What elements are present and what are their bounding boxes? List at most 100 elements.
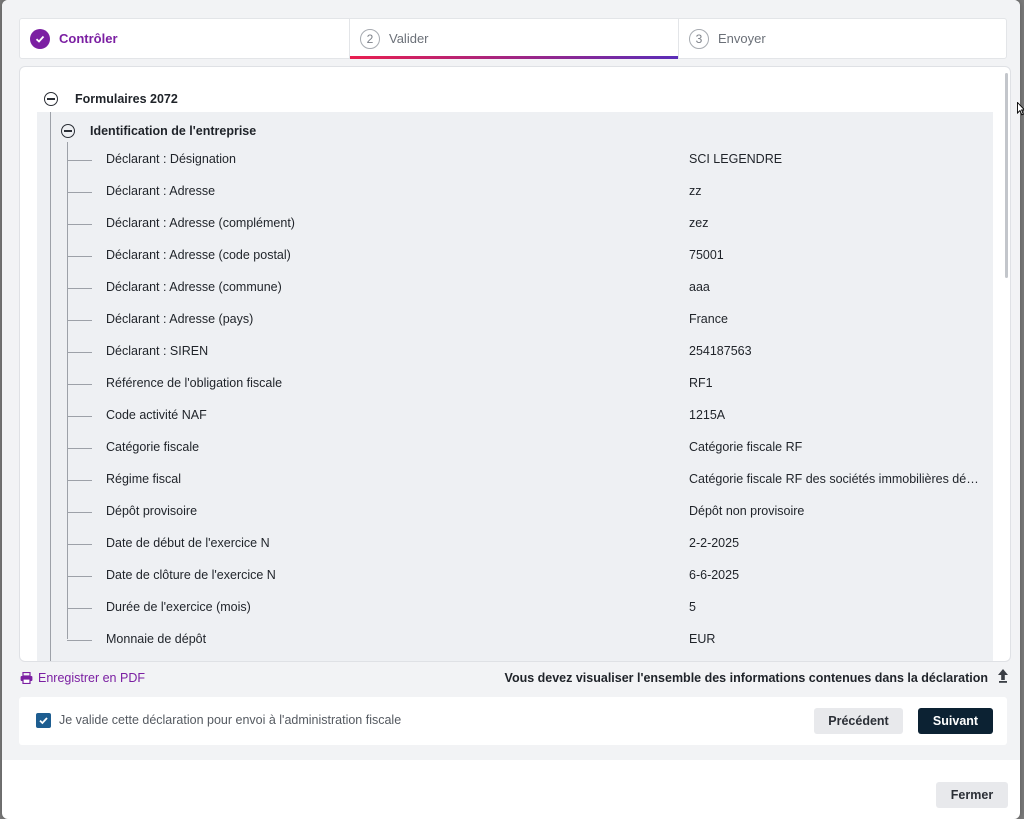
step-number: 3 xyxy=(689,28,709,49)
tree-root-label: Formulaires 2072 xyxy=(75,92,178,106)
field-row: Déclarant : Désignation SCI LEGENDRE xyxy=(37,144,993,176)
field-value: 75001 xyxy=(689,248,724,262)
tree-branch-line xyxy=(67,608,92,609)
field-rows: Déclarant : Désignation SCI LEGENDRE Décla… xyxy=(37,144,993,656)
step-number: 2 xyxy=(360,28,380,49)
declaration-panel[interactable]: Formulaires 2072 Identification de l'ent… xyxy=(19,66,1011,662)
field-row: Régime fiscal Catégorie fiscale RF des so… xyxy=(37,464,993,496)
tree-root[interactable]: Formulaires 2072 xyxy=(44,89,178,109)
collapse-icon[interactable] xyxy=(61,124,75,138)
field-row: Catégorie fiscale Catégorie fiscale RF xyxy=(37,432,993,464)
field-value: Catégorie fiscale RF des sociétés immobi… xyxy=(689,472,981,486)
field-value: 2-2-2025 xyxy=(689,536,740,550)
field-label: Déclarant : SIREN xyxy=(106,344,209,358)
field-label: Monnaie de dépôt xyxy=(106,632,207,646)
field-row: Référence de l'obligation fiscale RF1 xyxy=(37,368,993,400)
previous-button[interactable]: Précédent xyxy=(814,708,903,734)
tree-branch-line xyxy=(67,352,92,353)
check-circle-icon xyxy=(30,28,50,49)
field-row: Déclarant : Adresse zz xyxy=(37,176,993,208)
field-value: EUR xyxy=(689,632,716,646)
next-button[interactable]: Suivant xyxy=(918,708,993,734)
step-label: Envoyer xyxy=(718,31,766,46)
close-button[interactable]: Fermer xyxy=(936,782,1008,808)
validate-checkbox[interactable] xyxy=(36,713,51,728)
stepper: Contrôler 2 Valider 3 Envoyer xyxy=(19,18,1007,59)
field-value: zz xyxy=(689,184,702,198)
checkmark-icon xyxy=(39,717,48,725)
field-value: 5 xyxy=(689,600,696,614)
validation-bar: Je valide cette déclaration pour envoi à… xyxy=(19,697,1007,745)
step-label: Valider xyxy=(389,31,429,46)
tree-branch-line xyxy=(67,224,92,225)
field-label: Déclarant : Désignation xyxy=(106,152,236,166)
field-label: Dépôt provisoire xyxy=(106,504,198,518)
field-label: Déclarant : Adresse xyxy=(106,184,216,198)
printer-icon xyxy=(20,672,33,684)
field-label: Date de clôture de l'exercice N xyxy=(106,568,276,582)
field-row: Code activité NAF 1215A xyxy=(37,400,993,432)
field-value: 6-6-2025 xyxy=(689,568,740,582)
field-label: Régime fiscal xyxy=(106,472,182,486)
save-pdf-label: Enregistrer en PDF xyxy=(38,671,145,685)
tree-branch-line xyxy=(67,448,92,449)
field-value: zez xyxy=(689,216,709,230)
tree-branch-line xyxy=(67,256,92,257)
step-valider[interactable]: 2 Valider xyxy=(349,19,678,59)
step-label: Contrôler xyxy=(59,31,118,46)
field-row: Déclarant : Adresse (code postal) 75001 xyxy=(37,240,993,272)
field-label: Date de début de l'exercice N xyxy=(106,536,270,550)
field-value: aaa xyxy=(689,280,710,294)
section-header[interactable]: Identification de l'entreprise xyxy=(61,121,256,141)
tree-branch-line xyxy=(67,320,92,321)
step-envoyer[interactable]: 3 Envoyer xyxy=(678,19,1007,58)
field-row: Déclarant : Adresse (complément) zez xyxy=(37,208,993,240)
tree-branch-line xyxy=(67,416,92,417)
validate-checkbox-label[interactable]: Je valide cette déclaration pour envoi à… xyxy=(59,713,401,727)
tree-branch-line xyxy=(67,384,92,385)
field-value: 254187563 xyxy=(689,344,752,358)
field-value: RF1 xyxy=(689,376,713,390)
field-row: Déclarant : Adresse (pays) France xyxy=(37,304,993,336)
active-step-indicator xyxy=(350,56,678,59)
field-row: Déclarant : SIREN 254187563 xyxy=(37,336,993,368)
field-row: Monnaie de dépôt EUR xyxy=(37,624,993,656)
tree-branch-line xyxy=(67,512,92,513)
scrollbar[interactable] xyxy=(1005,73,1008,278)
field-value: Catégorie fiscale RF xyxy=(689,440,803,454)
section-label: Identification de l'entreprise xyxy=(90,124,257,138)
field-row: Date de clôture de l'exercice N 6-6-2025 xyxy=(37,560,993,592)
tree-branch-line xyxy=(67,480,92,481)
field-label: Référence de l'obligation fiscale xyxy=(106,376,283,390)
step-controler[interactable]: Contrôler xyxy=(20,19,349,58)
save-pdf-link[interactable]: Enregistrer en PDF xyxy=(20,671,145,685)
field-label: Catégorie fiscale xyxy=(106,440,200,454)
tree-branch-line xyxy=(67,544,92,545)
tree-branch-line xyxy=(67,192,92,193)
field-label: Déclarant : Adresse (code postal) xyxy=(106,248,291,262)
mouse-cursor-icon xyxy=(1017,102,1024,116)
field-value: 1215A xyxy=(689,408,726,422)
field-value: Dépôt non provisoire xyxy=(689,504,805,518)
declaration-modal: Contrôler 2 Valider 3 Envoyer Formulaire… xyxy=(2,0,1020,819)
tree-branch-line xyxy=(67,576,92,577)
field-value: France xyxy=(689,312,728,326)
tree-branch-line xyxy=(67,288,92,289)
review-notice: Vous devez visualiser l'ensemble des inf… xyxy=(504,671,988,685)
section-identification: Identification de l'entreprise Déclarant… xyxy=(37,112,993,661)
field-row: Durée de l'exercice (mois) 5 xyxy=(37,592,993,624)
field-label: Déclarant : Adresse (pays) xyxy=(106,312,254,326)
collapse-icon[interactable] xyxy=(44,92,58,106)
field-label: Durée de l'exercice (mois) xyxy=(106,600,251,614)
field-value: SCI LEGENDRE xyxy=(689,152,783,166)
tree-branch-line xyxy=(67,640,92,641)
field-row: Date de début de l'exercice N 2-2-2025 xyxy=(37,528,993,560)
field-label: Déclarant : Adresse (complément) xyxy=(106,216,295,230)
field-label: Déclarant : Adresse (commune) xyxy=(106,280,282,294)
field-row: Dépôt provisoire Dépôt non provisoire xyxy=(37,496,993,528)
tree-branch-line xyxy=(67,160,92,161)
modal-body: Contrôler 2 Valider 3 Envoyer Formulaire… xyxy=(2,0,1020,760)
field-label: Code activité NAF xyxy=(106,408,207,422)
field-row: Déclarant : Adresse (commune) aaa xyxy=(37,272,993,304)
arrow-up-icon[interactable] xyxy=(998,669,1008,683)
